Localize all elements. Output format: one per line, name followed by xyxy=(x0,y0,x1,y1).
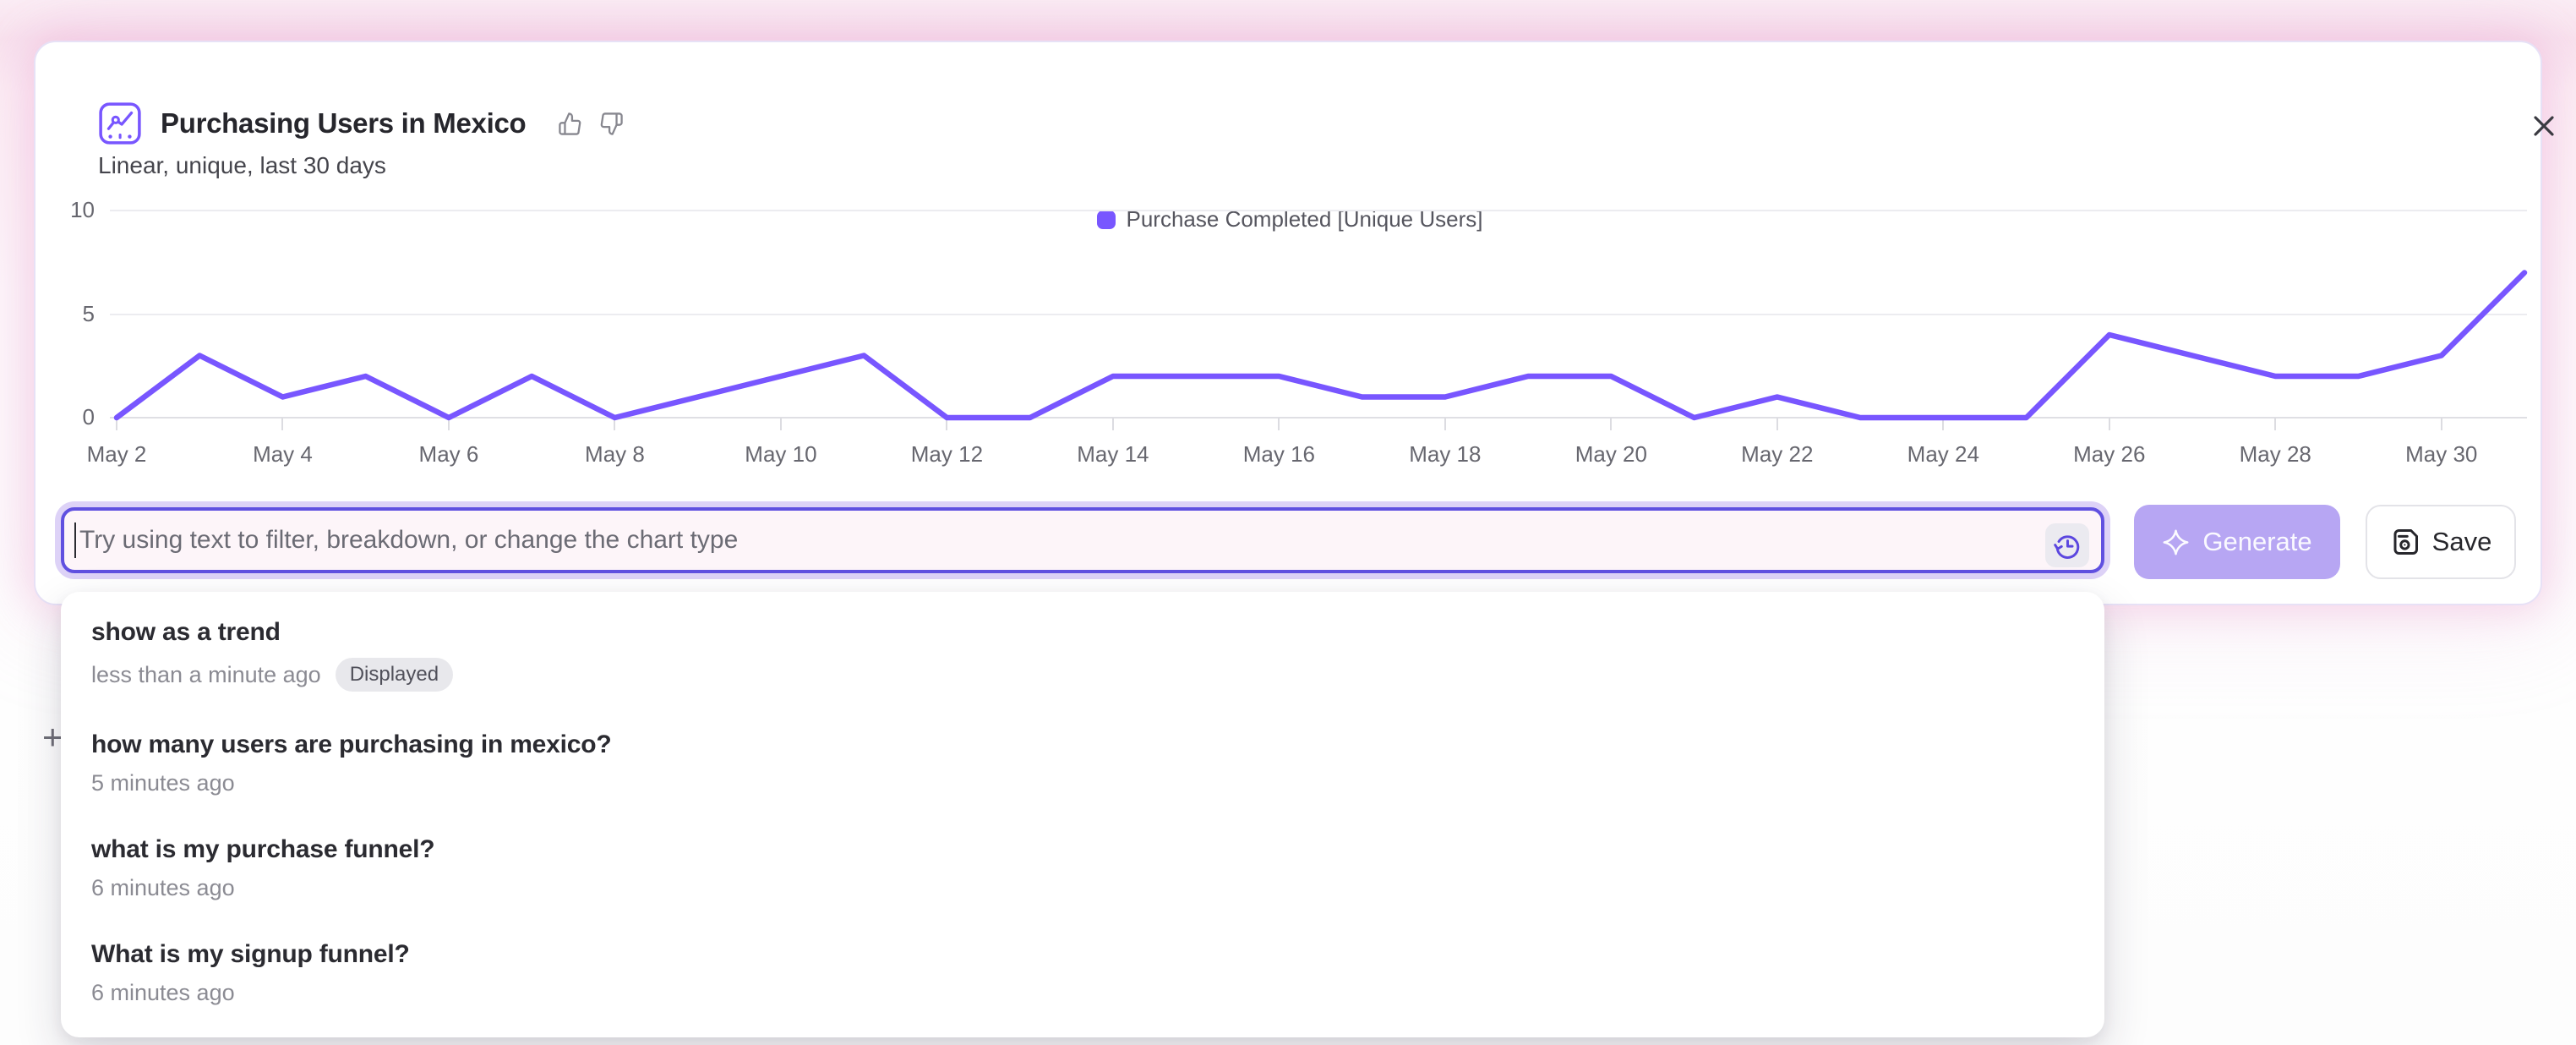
y-tick-label: 5 xyxy=(35,301,95,327)
card-header: Purchasing Users in Mexico xyxy=(98,101,624,145)
legend-swatch xyxy=(1097,211,1116,229)
y-tick-label: 10 xyxy=(35,197,95,223)
history-item[interactable]: show as a trend less than a minute ago D… xyxy=(61,599,2104,711)
line-chart-icon xyxy=(98,101,142,145)
x-tick-label: May 10 xyxy=(713,441,849,468)
save-button[interactable]: Save xyxy=(2366,505,2516,579)
history-timestamp: less than a minute ago xyxy=(91,662,321,688)
x-tick-label: May 28 xyxy=(2208,441,2343,468)
gridline xyxy=(110,417,2527,419)
close-icon[interactable] xyxy=(2527,108,2562,144)
x-tick-mark xyxy=(2274,418,2276,430)
history-query: show as a trend xyxy=(91,618,2074,647)
x-tick-mark xyxy=(448,418,450,430)
x-tick-label: May 22 xyxy=(1710,441,1845,468)
input-placeholder: Try using text to filter, breakdown, or … xyxy=(79,526,738,555)
history-clock-icon[interactable] xyxy=(2045,523,2089,567)
page-title: Purchasing Users in Mexico xyxy=(161,107,526,140)
x-tick-mark xyxy=(1444,418,1446,430)
x-tick-mark xyxy=(780,418,782,430)
x-tick-mark xyxy=(2109,418,2110,430)
thumbs-up-icon[interactable] xyxy=(558,112,582,136)
x-tick-mark xyxy=(116,418,117,430)
x-tick-mark xyxy=(1610,418,1612,430)
generate-label: Generate xyxy=(2202,527,2311,557)
x-tick-label: May 20 xyxy=(1543,441,1678,468)
history-timestamp: 5 minutes ago xyxy=(91,770,235,796)
x-tick-label: May 18 xyxy=(1378,441,1513,468)
sparkle-icon xyxy=(2162,528,2190,556)
gridline xyxy=(110,210,2527,211)
history-item[interactable]: what is my purchase funnel? 6 minutes ag… xyxy=(61,816,2104,921)
y-tick-label: 0 xyxy=(35,404,95,430)
text-caret xyxy=(74,522,76,558)
x-tick-label: May 26 xyxy=(2042,441,2177,468)
x-tick-label: May 14 xyxy=(1045,441,1181,468)
x-tick-label: May 12 xyxy=(879,441,1014,468)
history-query: what is my purchase funnel? xyxy=(91,835,2074,864)
history-meta: less than a minute ago Displayed xyxy=(91,658,2074,692)
page: Purchasing Users in Mexico Linear, uniqu… xyxy=(0,0,2576,1045)
history-item[interactable]: how many users are purchasing in mexico?… xyxy=(61,711,2104,816)
x-tick-mark xyxy=(614,418,615,430)
x-tick-label: May 24 xyxy=(1875,441,2011,468)
history-timestamp: 6 minutes ago xyxy=(91,875,235,901)
history-timestamp: 6 minutes ago xyxy=(91,980,235,1006)
x-tick-label: May 4 xyxy=(215,441,350,468)
history-item[interactable]: What is my signup funnel? 6 minutes ago xyxy=(61,921,2104,1026)
status-badge: Displayed xyxy=(336,658,453,692)
add-button-partial[interactable]: + xyxy=(42,717,63,758)
x-tick-mark xyxy=(946,418,947,430)
x-tick-mark xyxy=(281,418,283,430)
x-tick-label: May 16 xyxy=(1211,441,1346,468)
x-tick-mark xyxy=(1776,418,1778,430)
history-meta: 5 minutes ago xyxy=(91,770,2074,796)
x-tick-label: May 30 xyxy=(2374,441,2509,468)
history-meta: 6 minutes ago xyxy=(91,875,2074,901)
x-tick-label: May 6 xyxy=(381,441,516,468)
generate-button[interactable]: Generate xyxy=(2134,505,2340,579)
x-tick-mark xyxy=(1278,418,1280,430)
history-meta: 6 minutes ago xyxy=(91,980,2074,1006)
x-tick-mark xyxy=(2441,418,2442,430)
chart-subtitle: Linear, unique, last 30 days xyxy=(98,152,386,179)
thumbs-down-icon[interactable] xyxy=(599,112,624,136)
gridline xyxy=(110,314,2527,315)
x-tick-mark xyxy=(1112,418,1114,430)
x-tick-label: May 8 xyxy=(547,441,682,468)
save-label: Save xyxy=(2432,527,2492,557)
ai-prompt-input[interactable]: Try using text to filter, breakdown, or … xyxy=(61,507,2104,573)
x-tick-mark xyxy=(1942,418,1944,430)
x-tick-label: May 2 xyxy=(49,441,184,468)
history-dropdown: show as a trend less than a minute ago D… xyxy=(61,592,2104,1037)
save-disk-icon xyxy=(2390,527,2420,557)
feedback-buttons xyxy=(558,112,624,136)
history-query: how many users are purchasing in mexico? xyxy=(91,730,2074,759)
history-query: What is my signup funnel? xyxy=(91,940,2074,969)
